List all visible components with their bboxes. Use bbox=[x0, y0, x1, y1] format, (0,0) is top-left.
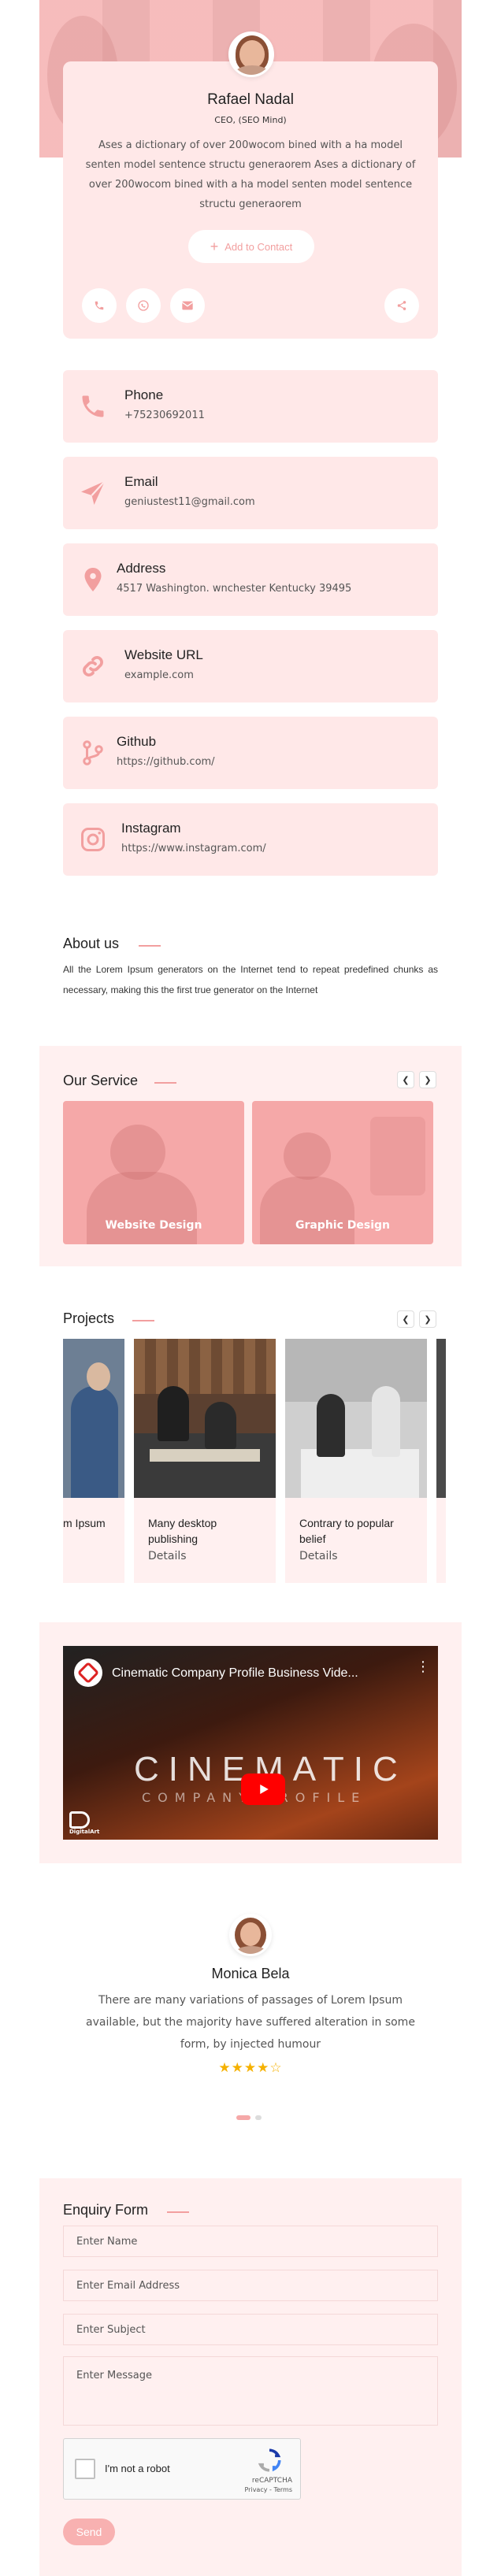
recaptcha-label: I'm not a robot bbox=[105, 2463, 170, 2474]
email-icon[interactable] bbox=[170, 288, 205, 323]
contact-title: Website URL bbox=[124, 647, 203, 662]
service-label: Website Design bbox=[105, 1219, 202, 1232]
service-image-figure bbox=[370, 1117, 425, 1195]
project-image bbox=[63, 1339, 124, 1498]
phone-icon[interactable] bbox=[82, 288, 117, 323]
chevron-left-icon[interactable]: ❮ bbox=[397, 1310, 414, 1328]
contact-value: https://www.instagram.com/ bbox=[121, 843, 266, 854]
project-card[interactable]: Contrary to popular belief Details bbox=[285, 1339, 427, 1583]
channel-watermark: DigitalArt bbox=[69, 1811, 99, 1835]
contact-card-phone[interactable]: Phone +75230692011 bbox=[63, 370, 438, 443]
profile-bio: Ases a dictionary of over 200wocom bined… bbox=[85, 139, 416, 210]
add-to-contact-label: Add to Contact bbox=[225, 240, 293, 253]
contact-card-website[interactable]: Website URL example.com bbox=[63, 630, 438, 702]
message-field[interactable]: Enter Message bbox=[63, 2356, 438, 2426]
plus-icon: + bbox=[210, 238, 219, 254]
instagram-icon bbox=[81, 828, 105, 851]
enquiry-title: Enquiry Form bbox=[63, 2202, 149, 2218]
chevron-right-icon[interactable]: ❯ bbox=[419, 1071, 436, 1088]
chevron-left-icon[interactable]: ❮ bbox=[397, 1071, 414, 1088]
about-text: All the Lorem Ipsum generators on the In… bbox=[63, 964, 438, 995]
add-to-contact-button[interactable]: + Add to Contact bbox=[188, 230, 314, 263]
send-button[interactable]: Send bbox=[63, 2519, 115, 2545]
play-icon[interactable] bbox=[241, 1774, 285, 1805]
contact-value: example.com bbox=[124, 669, 194, 681]
title-underline bbox=[154, 1082, 176, 1084]
contact-value: +75230692011 bbox=[124, 410, 205, 421]
project-card[interactable]: Many desktop publishing Details bbox=[134, 1339, 276, 1583]
service-card[interactable]: Website Design bbox=[63, 1101, 244, 1244]
subject-field[interactable]: Enter Subject bbox=[63, 2314, 438, 2345]
chevron-right-icon[interactable]: ❯ bbox=[419, 1310, 436, 1328]
testimonial-avatar bbox=[229, 1914, 272, 1956]
project-image bbox=[285, 1339, 427, 1498]
project-title: m Ipsum bbox=[63, 1517, 106, 1529]
share-icon[interactable] bbox=[384, 288, 419, 323]
carousel-dot[interactable] bbox=[255, 2115, 262, 2120]
service-image-figure bbox=[260, 1177, 354, 1244]
video-player[interactable]: Cinematic Company Profile Business Vide.… bbox=[63, 1646, 438, 1840]
services-title: Our Service bbox=[63, 1073, 139, 1088]
project-image bbox=[134, 1339, 276, 1498]
projects-nav: ❮ ❯ bbox=[397, 1310, 436, 1328]
contact-value: 4517 Washington. wnchester Kentucky 3949… bbox=[117, 583, 352, 595]
services-nav: ❮ ❯ bbox=[397, 1071, 436, 1088]
projects-title: Projects bbox=[63, 1310, 115, 1326]
project-title: Many desktop publishing bbox=[148, 1517, 217, 1545]
service-label: Graphic Design bbox=[295, 1219, 391, 1232]
location-icon bbox=[84, 568, 102, 591]
title-underline bbox=[139, 945, 161, 947]
testimonial-name: Monica Bela bbox=[211, 1966, 290, 1981]
contact-value: geniustest11@gmail.com bbox=[124, 496, 255, 508]
channel-name: DigitalArt bbox=[69, 1829, 100, 1835]
testimonial-text: There are many variations of passages of… bbox=[86, 1994, 415, 2051]
email-field[interactable]: Enter Email Address bbox=[63, 2270, 438, 2301]
more-vert-icon[interactable]: ⋮ bbox=[416, 1660, 430, 1674]
project-details-link[interactable]: Details bbox=[148, 1550, 187, 1562]
git-icon bbox=[83, 740, 103, 765]
send-icon bbox=[81, 480, 106, 505]
project-card[interactable] bbox=[436, 1339, 446, 1583]
service-card[interactable]: Graphic Design bbox=[252, 1101, 433, 1244]
title-underline bbox=[132, 1320, 154, 1321]
project-title: Contrary to popular belief bbox=[299, 1517, 394, 1545]
contact-value: https://github.com/ bbox=[117, 756, 215, 768]
profile-role: CEO, (SEO Mind) bbox=[214, 115, 287, 125]
contact-title: Phone bbox=[124, 387, 164, 402]
title-underline bbox=[167, 2211, 189, 2213]
project-card[interactable]: m Ipsum bbox=[63, 1339, 124, 1583]
profile-name: Rafael Nadal bbox=[207, 91, 294, 108]
profile-avatar bbox=[228, 32, 274, 77]
link-icon bbox=[83, 656, 103, 676]
video-title: Cinematic Company Profile Business Vide.… bbox=[112, 1666, 358, 1680]
recaptcha-icon bbox=[258, 2448, 281, 2472]
recaptcha-checkbox[interactable] bbox=[75, 2459, 95, 2479]
whatsapp-icon[interactable] bbox=[126, 288, 161, 323]
project-details-link[interactable]: Details bbox=[299, 1550, 338, 1562]
project-image bbox=[436, 1339, 446, 1498]
rating-stars: ★★★★☆ bbox=[218, 2060, 283, 2076]
contact-title: Email bbox=[124, 474, 158, 489]
contact-card-email[interactable]: Email geniustest11@gmail.com bbox=[63, 457, 438, 529]
carousel-dot-active[interactable] bbox=[236, 2115, 250, 2120]
recaptcha-terms[interactable]: Privacy - Terms bbox=[245, 2486, 293, 2493]
about-title: About us bbox=[63, 936, 120, 951]
channel-logo bbox=[74, 1659, 102, 1687]
contact-card-address[interactable]: Address 4517 Washington. wnchester Kentu… bbox=[63, 543, 438, 616]
contact-title: Github bbox=[117, 734, 157, 749]
contact-card-github[interactable]: Github https://github.com/ bbox=[63, 717, 438, 789]
contact-card-instagram[interactable]: Instagram https://www.instagram.com/ bbox=[63, 803, 438, 876]
contact-title: Instagram bbox=[121, 821, 181, 836]
service-image-figure bbox=[284, 1132, 331, 1180]
contact-title: Address bbox=[117, 561, 166, 576]
recaptcha-widget: I'm not a robot reCAPTCHA Privacy - Term… bbox=[63, 2438, 301, 2500]
recaptcha-brand: reCAPTCHA bbox=[251, 2477, 292, 2485]
phone-icon bbox=[82, 395, 104, 417]
service-image-figure bbox=[87, 1172, 197, 1244]
name-field[interactable]: Enter Name bbox=[63, 2226, 438, 2257]
